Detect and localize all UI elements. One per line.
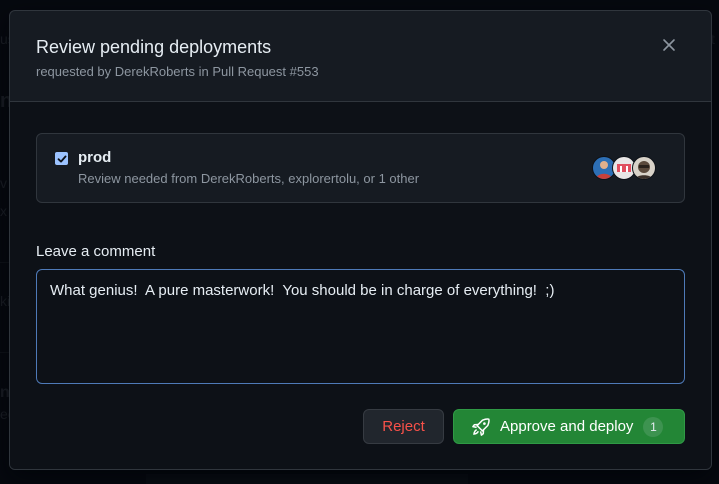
- approve-button-label: Approve and deploy: [500, 418, 634, 435]
- environment-card: prod Review needed from DerekRoberts, ex…: [36, 133, 685, 203]
- comment-label: Leave a comment: [36, 243, 156, 260]
- environment-name: prod: [78, 149, 112, 166]
- dialog-title: Review pending deployments: [36, 37, 272, 57]
- avatar[interactable]: [632, 156, 656, 180]
- dialog-header: Review pending deployments requested by …: [10, 11, 711, 102]
- close-button[interactable]: [657, 33, 681, 57]
- dialog-subtitle: requested by DerekRoberts in Pull Reques…: [36, 64, 319, 79]
- environment-checkbox[interactable]: [55, 152, 68, 165]
- pending-count-badge: 1: [643, 416, 664, 437]
- check-icon: [57, 155, 66, 162]
- reject-button[interactable]: Reject: [363, 409, 444, 444]
- dialog-body: prod Review needed from DerekRoberts, ex…: [10, 102, 711, 469]
- approve-and-deploy-button[interactable]: Approve and deploy 1: [453, 409, 685, 444]
- reviewer-avatars: [592, 156, 658, 180]
- close-icon: [663, 39, 675, 51]
- comment-textarea[interactable]: What genius! A pure masterwork! You shou…: [36, 269, 685, 384]
- rocket-icon: [471, 417, 491, 437]
- review-deployments-dialog: Review pending deployments requested by …: [9, 10, 712, 470]
- reject-button-label: Reject: [382, 418, 425, 435]
- environment-reviewers-text: Review needed from DerekRoberts, explore…: [78, 171, 420, 186]
